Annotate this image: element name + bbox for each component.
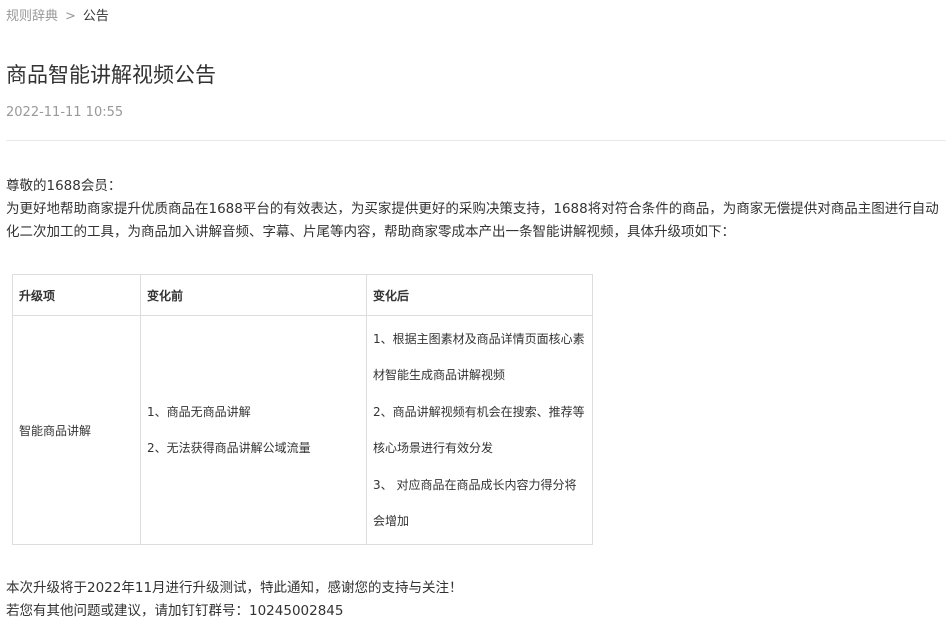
table-cell-after: 1、根据主图素材及商品详情页面核心素 材智能生成商品讲解视频 2、商品讲解视频有… xyxy=(366,315,593,545)
table-header-after: 变化后 xyxy=(366,274,593,316)
contact-info: 若您有其他问题或建议，请加钉钉群号：10245002845 xyxy=(6,603,344,619)
breadcrumb: 规则辞典 > 公告 xyxy=(6,8,109,26)
breadcrumb-current: 公告 xyxy=(82,9,109,24)
breadcrumb-separator: > xyxy=(65,9,76,24)
after-line: 核心场景进行有效分发 xyxy=(373,441,494,455)
intro-paragraph: 为更好地帮助商家提升优质商品在1688平台的有效表达，为买家提供更好的采购决策支… xyxy=(6,201,939,240)
after-line: 材智能生成商品讲解视频 xyxy=(373,368,506,382)
after-line: 会增加 xyxy=(373,514,410,528)
greeting-text: 尊敬的1688会员： xyxy=(6,178,122,194)
table-cell-before: 1、商品无商品讲解 2、无法获得商品讲解公域流量 xyxy=(140,315,367,545)
after-line: 1、根据主图素材及商品详情页面核心素 xyxy=(373,331,585,346)
before-line: 2、无法获得商品讲解公域流量 xyxy=(147,441,311,455)
table-row: 智能商品讲解 1、商品无商品讲解 2、无法获得商品讲解公域流量 1、根据主图素材… xyxy=(12,315,593,545)
before-line: 1、商品无商品讲解 xyxy=(147,405,251,419)
table-header-item: 升级项 xyxy=(12,274,141,316)
upgrade-table-wrapper: 升级项 变化前 变化后 智能商品讲解 1、商品无商品讲解 2、无法获得商品讲解公… xyxy=(12,274,593,545)
after-line: 2、商品讲解视频有机会在搜索、推荐等 xyxy=(373,404,585,419)
upgrade-table: 升级项 变化前 变化后 智能商品讲解 1、商品无商品讲解 2、无法获得商品讲解公… xyxy=(12,274,593,545)
publish-date: 2022-11-11 10:55 xyxy=(6,105,124,120)
breadcrumb-link-rules-dictionary[interactable]: 规则辞典 xyxy=(6,9,58,24)
table-cell-item: 智能商品讲解 xyxy=(12,315,141,545)
after-line: 3、 对应商品在商品成长内容力得分将 xyxy=(373,477,577,492)
closing-notice: 本次升级将于2022年11月进行升级测试，特此通知，感谢您的支持与关注！ xyxy=(6,580,463,596)
closing-text: 本次升级将于2022年11月进行升级测试，特此通知，感谢您的支持与关注！ 若您有… xyxy=(6,577,463,623)
table-header-row: 升级项 变化前 变化后 xyxy=(12,274,593,316)
table-header-before: 变化前 xyxy=(140,274,367,316)
divider xyxy=(6,140,946,141)
page-title: 商品智能讲解视频公告 xyxy=(6,63,216,87)
article-body: 尊敬的1688会员： 为更好地帮助商家提升优质商品在1688平台的有效表达，为买… xyxy=(6,175,946,244)
